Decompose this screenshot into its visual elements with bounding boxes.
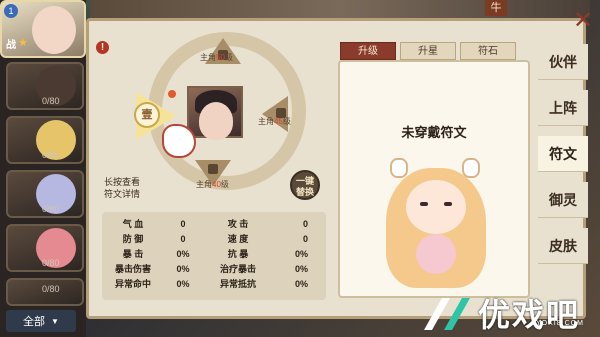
side-tab-rune[interactable]: 符文 xyxy=(538,136,588,172)
close-icon[interactable]: ✕ xyxy=(572,9,594,33)
one-click-swap-button[interactable]: 一键 替换 xyxy=(290,170,320,200)
hero-card[interactable]: 0/80 xyxy=(6,62,84,110)
hero-count: 0/80 xyxy=(42,150,60,160)
slot-number: 壹 xyxy=(134,102,160,128)
help-icon[interactable]: ! xyxy=(96,41,109,54)
lock-icon xyxy=(208,164,218,174)
hero-card[interactable]: 0/80 xyxy=(6,116,84,164)
star-icon: ★ xyxy=(18,37,28,49)
filter-all-button[interactable]: 全部 ▼ xyxy=(6,310,76,332)
stat-row: 气 血0 攻 击0 xyxy=(122,218,308,230)
no-rune-equipped-label: 未穿戴符文 xyxy=(401,125,467,140)
hero-number-badge: 1 xyxy=(4,4,18,18)
top-tag: 牛 xyxy=(485,0,507,16)
watermark-url: YOXI8.COM xyxy=(536,320,584,327)
slot-bottom-level: 主角40级 xyxy=(196,180,229,189)
center-hero-portrait xyxy=(187,86,243,140)
hero-card[interactable]: 0/80 xyxy=(6,224,84,272)
tab-star-up[interactable]: 升星 xyxy=(400,42,456,60)
side-tab-spirit[interactable]: 御灵 xyxy=(538,182,588,218)
hero-count: 0/80 xyxy=(42,258,60,268)
side-tab-partner[interactable]: 伙伴 xyxy=(538,44,588,80)
chevron-down-icon: ▼ xyxy=(51,316,59,326)
site-watermark: 优戏吧 YOXI8.COM xyxy=(418,290,600,337)
hero-card[interactable]: 0/80 xyxy=(6,170,84,218)
tab-upgrade[interactable]: 升级 xyxy=(340,42,396,60)
pointer-hand-icon xyxy=(162,124,196,158)
stat-row: 防 御0 速 度0 xyxy=(122,233,308,245)
watermark-brand: 优戏吧 xyxy=(478,297,581,333)
stat-row: 异常命中 0% 异常抵抗 0% xyxy=(114,278,308,290)
hero-count: 0/80 xyxy=(42,96,60,106)
hero-portrait xyxy=(32,6,76,54)
hero-count: 0/80 xyxy=(42,204,60,214)
hero-count: 0/80 xyxy=(42,284,60,294)
stats-table: 气 血0 攻 击0 防 御0 速 度0 暴 击 0% 抗 暴 0% 暴击伤害 0% 治… xyxy=(102,212,326,300)
tab-rune-stone[interactable]: 符石 xyxy=(460,42,516,60)
battle-tag: 战 xyxy=(6,40,16,51)
side-tab-skin[interactable]: 皮肤 xyxy=(538,228,588,264)
side-tab-lineup[interactable]: 上阵 xyxy=(538,90,588,126)
long-press-hint: 长按查看 符文详情 xyxy=(104,177,141,199)
portrait-face xyxy=(199,102,233,140)
stat-row: 暴 击 0% 抗 暴 0% xyxy=(122,248,308,260)
crying-mascot-image xyxy=(376,158,496,288)
watermark-logo-icon xyxy=(424,298,470,330)
hero-list: 1 战 ★ 0/80 0/80 0/80 0/80 0/80 全部 ▼ xyxy=(0,0,86,337)
top-banner xyxy=(90,0,590,18)
stat-row: 暴击伤害 0% 治疗暴击 0% xyxy=(114,263,308,275)
rune-display-panel: 未穿戴符文 xyxy=(338,60,530,298)
slot-right-level: 主角45级 xyxy=(258,117,291,126)
slot-top-level: 主角50级 xyxy=(200,53,233,62)
hero-card-selected[interactable]: 1 战 ★ xyxy=(0,0,86,58)
hero-card[interactable]: 0/80 xyxy=(6,278,84,306)
filter-label: 全部 xyxy=(23,316,46,328)
notification-dot xyxy=(168,90,176,98)
